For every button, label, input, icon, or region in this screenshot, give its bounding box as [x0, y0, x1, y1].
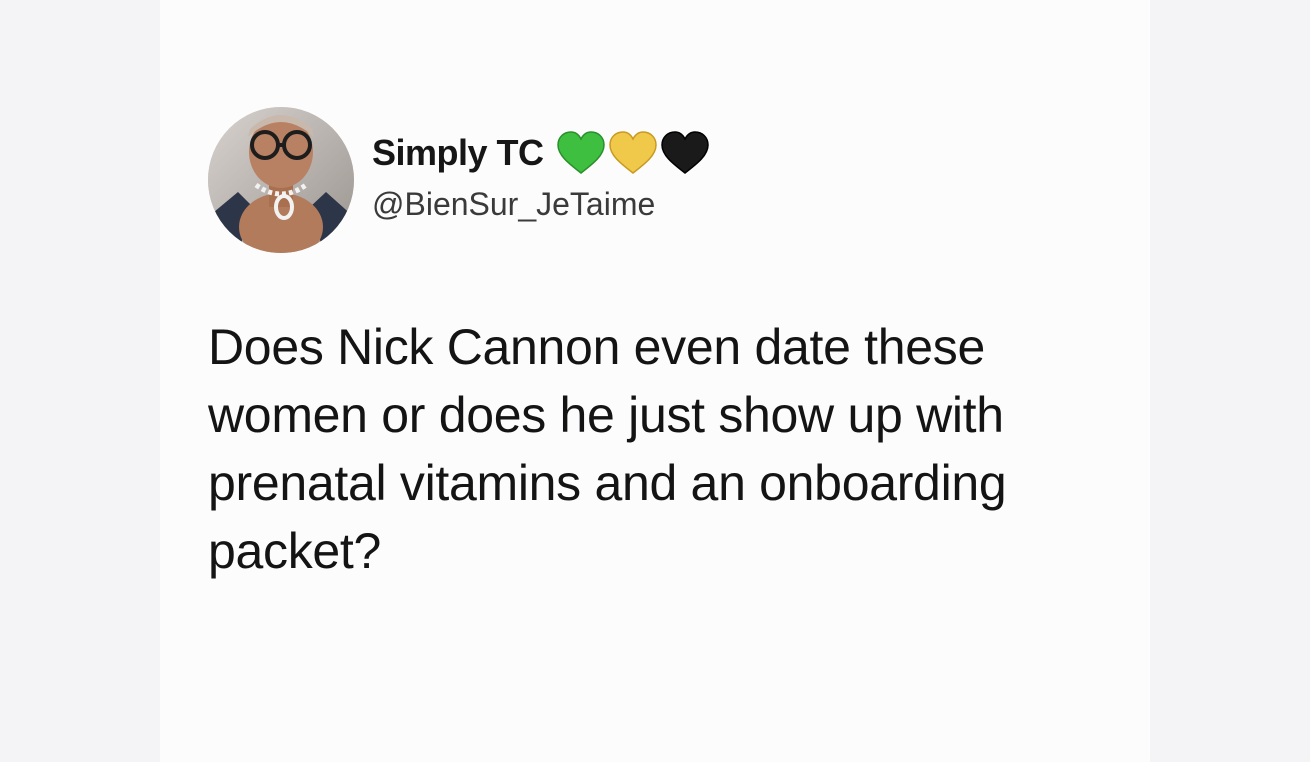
green-heart-icon — [556, 131, 605, 174]
avatar[interactable] — [208, 107, 354, 253]
yellow-heart-icon — [608, 131, 657, 174]
screenshot-frame: Simply TC @BienSur_JeTaime Does Nick Can… — [0, 0, 1310, 762]
tweet-text: Does Nick Cannon even date these women o… — [208, 313, 1148, 585]
tweet-text-line: prenatal vitamins and an onboarding — [208, 455, 1007, 511]
author-display-name[interactable]: Simply TC — [372, 132, 544, 174]
black-heart-icon — [660, 131, 709, 174]
profile-photo-icon — [208, 107, 354, 253]
tweet-text-line: packet? — [208, 523, 382, 579]
name-emojis — [556, 131, 710, 175]
tweet-text-line: women or does he just show up with — [208, 387, 1004, 443]
author-name-row: Simply TC — [372, 129, 710, 177]
tweet-text-line: Does Nick Cannon even date these — [208, 319, 985, 375]
author-handle[interactable]: @BienSur_JeTaime — [372, 186, 655, 223]
